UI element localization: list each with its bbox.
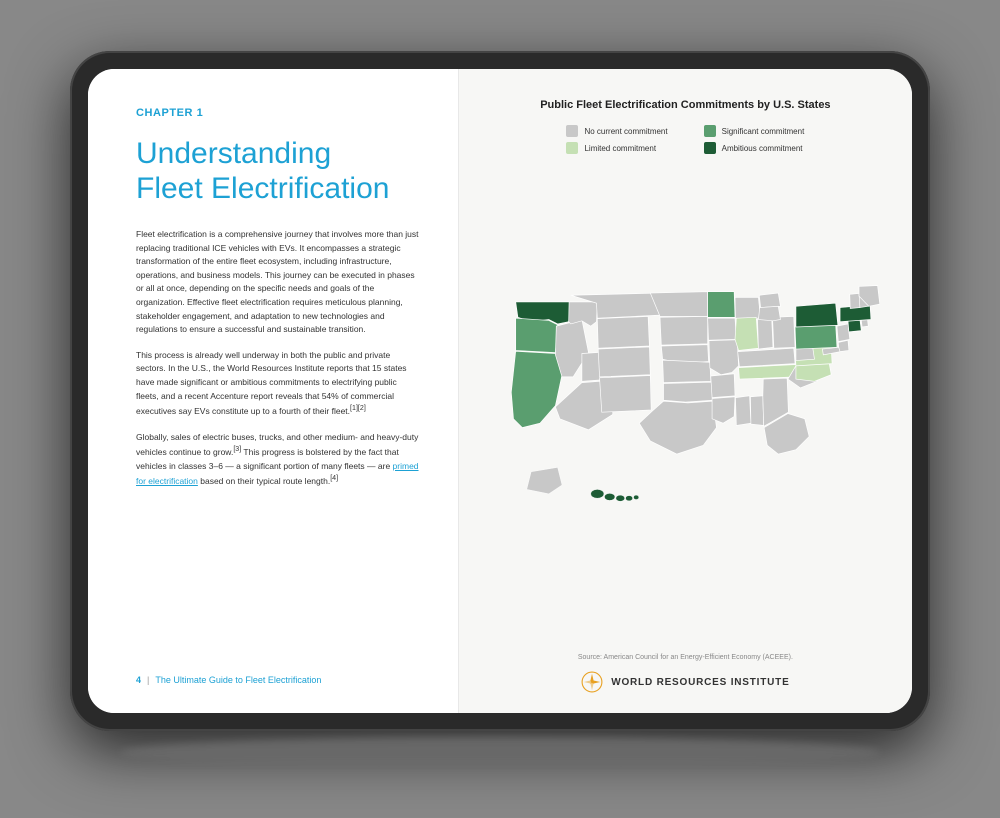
legend-label-ambitious: Ambitious commitment	[722, 144, 803, 153]
page-number: 4	[136, 675, 141, 685]
legend-box-no	[566, 125, 578, 137]
left-page: CHAPTER 1 UnderstandingFleet Electrifica…	[88, 69, 459, 713]
legend-box-significant	[704, 125, 716, 137]
map-title: Public Fleet Electrification Commitments…	[487, 99, 884, 111]
legend-significant: Significant commitment	[704, 125, 805, 137]
paragraph-2: This process is already well underway in…	[136, 349, 422, 419]
legend-box-ambitious	[704, 142, 716, 154]
wri-label: WORLD RESOURCES INSTITUTE	[611, 677, 789, 688]
legend-limited: Limited commitment	[566, 142, 667, 154]
paragraph-3: Globally, sales of electric buses, truck…	[136, 431, 422, 489]
legend-box-limited	[566, 142, 578, 154]
legend-label-no: No current commitment	[584, 127, 667, 136]
tablet-screen: CHAPTER 1 UnderstandingFleet Electrifica…	[88, 69, 912, 713]
legend-label-significant: Significant commitment	[722, 127, 805, 136]
us-map	[487, 282, 884, 529]
wri-icon	[581, 671, 603, 693]
source-text: Source: American Council for an Energy-E…	[487, 654, 884, 661]
chapter-title: UnderstandingFleet Electrification	[136, 137, 422, 206]
legend-no-commitment: No current commitment	[566, 125, 667, 137]
tablet: CHAPTER 1 UnderstandingFleet Electrifica…	[70, 51, 930, 731]
right-page: Public Fleet Electrification Commitments…	[459, 69, 912, 713]
paragraph-1: Fleet electrification is a comprehensive…	[136, 228, 422, 337]
wri-logo: WORLD RESOURCES INSTITUTE	[487, 671, 884, 693]
legend-ambitious: Ambitious commitment	[704, 142, 805, 154]
map-legend: No current commitment Limited commitment…	[487, 125, 884, 154]
chapter-label: CHAPTER 1	[136, 107, 422, 119]
map-container	[487, 164, 884, 648]
legend-label-limited: Limited commitment	[584, 144, 656, 153]
page-footer: 4 | The Ultimate Guide to Fleet Electrif…	[136, 675, 422, 685]
primed-link[interactable]: primed for electrification	[136, 461, 419, 486]
footer-title: The Ultimate Guide to Fleet Electrificat…	[155, 675, 321, 685]
